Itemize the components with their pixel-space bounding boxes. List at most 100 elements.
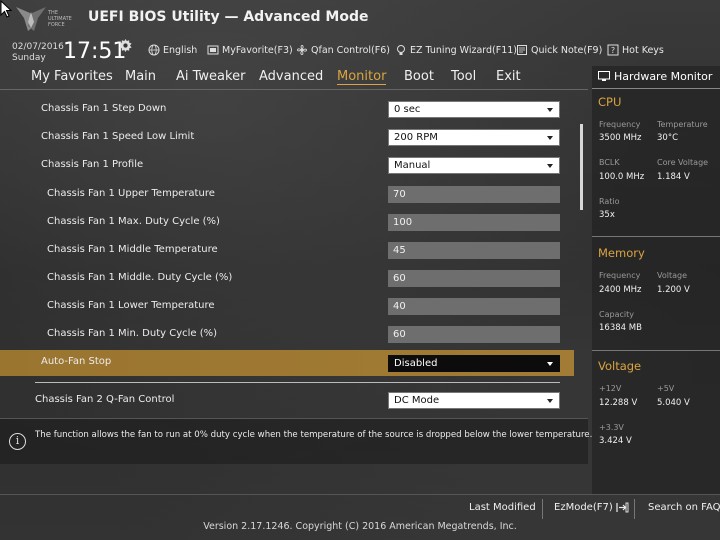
- ez-tuning-wizard-button[interactable]: EZ Tuning Wizard(F11): [395, 44, 517, 56]
- search-faq-button[interactable]: Search on FAQ: [648, 502, 720, 513]
- menu-monitor[interactable]: Monitor: [337, 69, 387, 85]
- footer-divider: [542, 499, 543, 519]
- setting-row-upper-temperature[interactable]: Chassis Fan 1 Upper Temperature 70: [0, 181, 588, 209]
- main-menu: My Favorites Main Ai Tweaker Advanced Mo…: [0, 66, 588, 89]
- cpu-temperature-label: Temperature: [657, 120, 708, 129]
- setting-row-auto-fan-stop[interactable]: Auto-Fan Stop Disabled: [0, 350, 574, 376]
- caret-down-icon: [547, 362, 553, 366]
- cpu-heading: CPU: [598, 95, 622, 109]
- dropdown-value: Manual: [394, 160, 431, 171]
- date-display: 02/07/2016 Sunday: [12, 42, 64, 64]
- ezmode-button[interactable]: EzMode(F7): [554, 502, 629, 513]
- caret-down-icon: [547, 164, 553, 168]
- setting-row-middle-temperature[interactable]: Chassis Fan 1 Middle Temperature 45: [0, 237, 588, 265]
- footer-separator: [0, 494, 720, 495]
- bclk-label: BCLK: [599, 158, 620, 167]
- menu-my-favorites[interactable]: My Favorites: [31, 69, 113, 84]
- hardware-monitor-panel: Hardware Monitor CPU Frequency Temperatu…: [592, 66, 720, 494]
- dropdown-value: DC Mode: [394, 395, 440, 406]
- v5-label: +5V: [657, 384, 675, 393]
- menu-tool[interactable]: Tool: [451, 69, 476, 84]
- language-button[interactable]: English: [148, 44, 197, 56]
- menu-main[interactable]: Main: [125, 69, 156, 84]
- lower-temperature-input[interactable]: 40: [388, 298, 560, 315]
- setting-label: Auto-Fan Stop: [41, 356, 112, 367]
- app-title: UEFI BIOS Utility — Advanced Mode: [88, 9, 369, 25]
- setting-label: Chassis Fan 2 Q-Fan Control: [35, 394, 175, 405]
- memory-voltage-label: Voltage: [657, 271, 688, 280]
- myfavorite-label: MyFavorite(F3): [222, 44, 293, 56]
- setting-row-profile[interactable]: Chassis Fan 1 Profile Manual: [0, 152, 588, 180]
- myfavorite-button[interactable]: MyFavorite(F3): [207, 44, 293, 56]
- setting-row-min-duty-cycle[interactable]: Chassis Fan 1 Min. Duty Cycle (%) 60: [0, 321, 588, 349]
- setting-row-max-duty-cycle[interactable]: Chassis Fan 1 Max. Duty Cycle (%) 100: [0, 209, 588, 237]
- v33-value: 3.424 V: [599, 436, 632, 446]
- help-bar: i The function allows the fan to run at …: [0, 418, 592, 464]
- auto-fan-stop-dropdown[interactable]: Disabled: [388, 355, 560, 372]
- dropdown-value: 200 RPM: [394, 132, 438, 143]
- lightbulb-icon: [397, 45, 405, 55]
- menu-exit[interactable]: Exit: [496, 69, 521, 84]
- menu-ai-tweaker[interactable]: Ai Tweaker: [176, 69, 245, 84]
- v12-value: 12.288 V: [599, 398, 638, 408]
- ezmode-label: EzMode(F7): [554, 502, 613, 513]
- hw-title-separator: [592, 88, 720, 89]
- hw-separator: [592, 350, 720, 351]
- memory-frequency-label: Frequency: [599, 271, 641, 280]
- menu-boot[interactable]: Boot: [404, 69, 434, 84]
- quick-note-label: Quick Note(F9): [531, 44, 603, 56]
- fan2-qfan-control-dropdown[interactable]: DC Mode: [388, 392, 560, 409]
- setting-label: Chassis Fan 1 Step Down: [41, 103, 167, 114]
- capacity-value: 16384 MB: [599, 323, 642, 333]
- quick-note-button[interactable]: Quick Note(F9): [516, 44, 602, 56]
- max-duty-cycle-input[interactable]: 100: [388, 214, 560, 231]
- setting-row-middle-duty-cycle[interactable]: Chassis Fan 1 Middle. Duty Cycle (%) 60: [0, 265, 588, 293]
- fan-icon: [297, 45, 307, 55]
- setting-row-fan2-qfan-control[interactable]: Chassis Fan 2 Q-Fan Control DC Mode: [0, 387, 588, 415]
- upper-temperature-input[interactable]: 70: [388, 186, 560, 203]
- day-text: Sunday: [12, 53, 46, 63]
- setting-label: Chassis Fan 1 Middle. Duty Cycle (%): [47, 272, 233, 283]
- hardware-monitor-label: Hardware Monitor: [614, 70, 713, 83]
- setting-label: Chassis Fan 1 Middle Temperature: [47, 244, 218, 255]
- speed-low-limit-dropdown[interactable]: 200 RPM: [388, 129, 560, 146]
- min-duty-cycle-input[interactable]: 60: [388, 326, 560, 343]
- clock-display: 17:51: [63, 39, 127, 64]
- info-icon: i: [9, 433, 26, 450]
- qfan-control-button[interactable]: Qfan Control(F6): [296, 44, 390, 56]
- bclk-value: 100.0 MHz: [599, 172, 645, 182]
- cpu-frequency-label: Frequency: [599, 120, 641, 129]
- ez-tuning-wizard-label: EZ Tuning Wizard(F11): [410, 44, 518, 56]
- setting-row-step-down[interactable]: Chassis Fan 1 Step Down 0 sec: [0, 96, 588, 124]
- caret-down-icon: [547, 136, 553, 140]
- footer-divider: [634, 499, 635, 519]
- hw-separator: [592, 236, 720, 237]
- svg-text:?: ?: [611, 46, 615, 55]
- help-circle-icon: ?: [607, 44, 619, 56]
- caret-down-icon: [547, 399, 553, 403]
- last-modified-button[interactable]: Last Modified: [469, 502, 536, 513]
- gear-icon[interactable]: [119, 39, 132, 52]
- setting-row-speed-low-limit[interactable]: Chassis Fan 1 Speed Low Limit 200 RPM: [0, 124, 588, 152]
- logo-line-3: FORCE: [48, 22, 65, 28]
- hardware-monitor-title: Hardware Monitor: [598, 70, 712, 83]
- setting-label: Chassis Fan 1 Profile: [41, 159, 144, 170]
- profile-dropdown[interactable]: Manual: [388, 157, 560, 174]
- ratio-value: 35x: [599, 210, 615, 220]
- setting-label: Chassis Fan 1 Min. Duty Cycle (%): [47, 328, 218, 339]
- scrollbar-thumb[interactable]: [580, 124, 583, 210]
- middle-temperature-input[interactable]: 45: [388, 242, 560, 259]
- core-voltage-value: 1.184 V: [657, 172, 690, 182]
- favorite-icon: [207, 45, 219, 55]
- ratio-label: Ratio: [599, 197, 620, 206]
- middle-duty-cycle-input[interactable]: 60: [388, 270, 560, 287]
- monitor-icon: [598, 71, 610, 81]
- hot-keys-button[interactable]: ? Hot Keys: [607, 44, 664, 56]
- setting-label: Chassis Fan 1 Max. Duty Cycle (%): [47, 216, 220, 227]
- step-down-dropdown[interactable]: 0 sec: [388, 101, 560, 118]
- title-bar: THE ULTIMATE FORCE UEFI BIOS Utility — A…: [0, 0, 720, 38]
- qfan-control-label: Qfan Control(F6): [311, 44, 390, 56]
- menu-advanced[interactable]: Advanced: [259, 69, 323, 84]
- setting-row-lower-temperature[interactable]: Chassis Fan 1 Lower Temperature 40: [0, 293, 588, 321]
- globe-icon: [148, 44, 160, 56]
